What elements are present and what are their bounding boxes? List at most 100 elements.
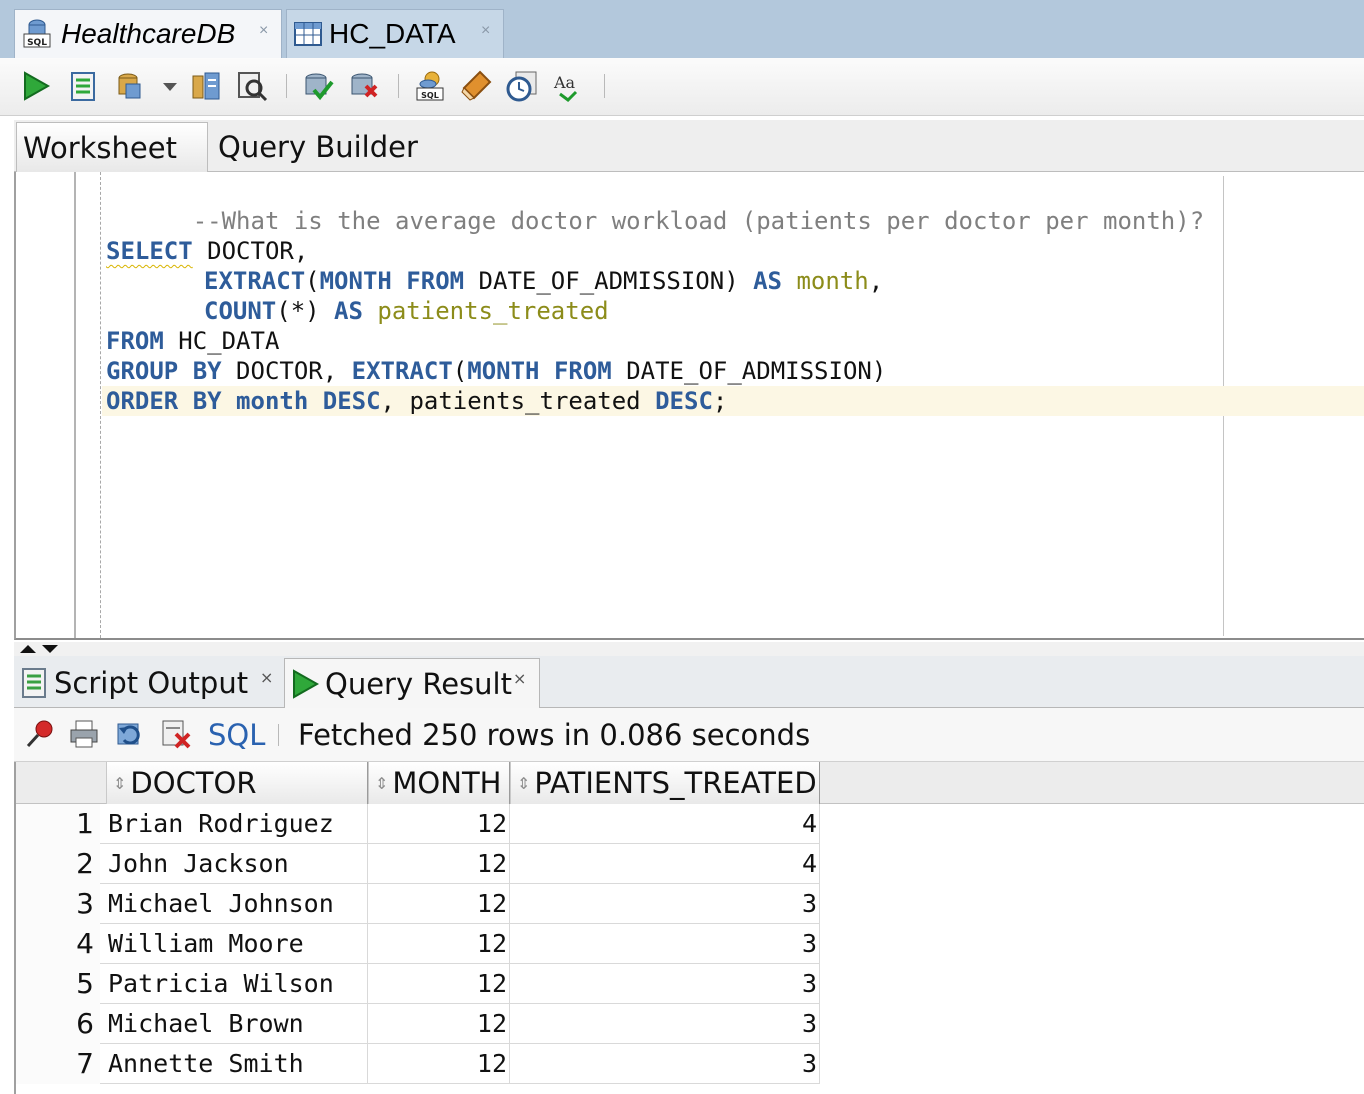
sort-icon: ⇕ [113, 773, 127, 793]
tab-worksheet[interactable]: Worksheet [16, 122, 208, 172]
code-line-select: SELECT DOCTOR, [106, 236, 308, 266]
sql-keyword: GROUP BY [106, 357, 222, 385]
sql-text: , [868, 267, 884, 295]
cell-patients-treated[interactable]: 4 [510, 844, 820, 884]
cell-month[interactable]: 12 [368, 804, 510, 844]
table-row[interactable]: 2 John Jackson 12 4 [16, 844, 820, 884]
cell-month[interactable]: 12 [368, 884, 510, 924]
cancel-query-icon[interactable] [160, 718, 192, 750]
rollback-icon[interactable] [348, 70, 380, 102]
cell-patients-treated[interactable]: 3 [510, 884, 820, 924]
close-tab-icon[interactable]: × [513, 669, 526, 688]
table-row[interactable]: 7 Annette Smith 12 3 [16, 1044, 820, 1084]
doc-tab-label: HC_DATA [329, 18, 456, 49]
doc-tab-healthcaredb[interactable]: SQL HealthcareDB × [14, 9, 282, 58]
cell-doctor[interactable]: Annette Smith [108, 1044, 368, 1084]
tab-script-output[interactable]: Script Output × [20, 658, 282, 708]
cell-doctor[interactable]: Michael Brown [108, 1004, 368, 1044]
sql-text: DATE_OF_ADMISSION) [464, 267, 754, 295]
fold-margin [100, 172, 101, 638]
pin-icon[interactable] [24, 718, 56, 750]
code-line-comment: --What is the average doctor workload (p… [106, 176, 1204, 235]
cell-month[interactable]: 12 [368, 924, 510, 964]
cell-doctor[interactable]: Michael Johnson [108, 884, 368, 924]
commit-icon[interactable] [302, 70, 334, 102]
row-number: 1 [16, 804, 100, 844]
close-tab-icon[interactable]: × [260, 668, 273, 687]
chevron-down-icon[interactable] [158, 70, 182, 102]
sql-comment: --What is the average doctor workload (p… [192, 207, 1205, 235]
sql-tuning-icon[interactable] [236, 70, 268, 102]
document-tab-bar: SQL HealthcareDB × HC_DATA × [0, 0, 1364, 58]
cell-month[interactable]: 12 [368, 1004, 510, 1044]
tab-query-builder[interactable]: Query Builder [218, 122, 438, 172]
table-row[interactable]: 4 William Moore 12 3 [16, 924, 820, 964]
cell-doctor[interactable]: John Jackson [108, 844, 368, 884]
column-header-doctor[interactable]: ⇕ DOCTOR [106, 762, 368, 804]
svg-text:SQL: SQL [27, 38, 47, 48]
cell-doctor[interactable]: William Moore [108, 924, 368, 964]
cell-month[interactable]: 12 [368, 1044, 510, 1084]
cell-patients-treated[interactable]: 3 [510, 1044, 820, 1084]
table-row[interactable]: 1 Brian Rodriguez 12 4 [16, 804, 820, 844]
run-script-icon[interactable] [68, 70, 100, 102]
cell-patients-treated[interactable]: 3 [510, 964, 820, 1004]
sql-keyword: COUNT [204, 297, 277, 325]
sql-text: HC_DATA [163, 327, 280, 355]
sql-text: DOCTOR, [221, 357, 352, 385]
cell-patients-treated[interactable]: 3 [510, 1004, 820, 1044]
unshared-worksheet-icon[interactable]: SQL [414, 70, 446, 102]
sql-editor[interactable]: --What is the average doctor workload (p… [14, 172, 1364, 640]
cell-doctor[interactable]: Brian Rodriguez [108, 804, 368, 844]
cell-month[interactable]: 12 [368, 844, 510, 884]
sql-text: , patients_treated [380, 387, 656, 415]
row-number: 5 [16, 964, 100, 1004]
autotrace-icon[interactable] [114, 70, 146, 102]
sql-alias: month [796, 267, 869, 295]
sql-text: (*) [276, 297, 335, 325]
svg-text:Aa: Aa [553, 73, 576, 92]
tab-label: Worksheet [23, 130, 177, 165]
print-icon[interactable] [68, 718, 100, 750]
cell-month[interactable]: 12 [368, 964, 510, 1004]
sql-text: DOCTOR, [192, 237, 309, 265]
script-output-icon [22, 668, 46, 698]
clear-eraser-icon[interactable] [460, 70, 492, 102]
table-row[interactable]: 6 Michael Brown 12 3 [16, 1004, 820, 1044]
sort-icon: ⇕ [375, 773, 389, 793]
table-row[interactable]: 3 Michael Johnson 12 3 [16, 884, 820, 924]
close-tab-icon[interactable]: × [481, 22, 490, 40]
toolbar-separator [604, 74, 605, 98]
result-tab-bar: Script Output × Query Result × [14, 656, 1364, 708]
sql-link[interactable]: SQL [208, 718, 265, 752]
tab-label: Query Result [325, 666, 512, 701]
code-line-from: FROM HC_DATA [106, 326, 279, 356]
row-number: 6 [16, 1004, 100, 1044]
pane-splitter[interactable] [14, 642, 1364, 656]
sql-keyword: SELECT [106, 237, 193, 265]
format-case-icon[interactable]: Aa [552, 70, 584, 102]
cell-patients-treated[interactable]: 4 [510, 804, 820, 844]
run-icon [293, 668, 320, 699]
sql-keyword: month DESC [236, 387, 381, 415]
doc-tab-hc-data[interactable]: HC_DATA × [286, 9, 504, 58]
cell-patients-treated[interactable]: 3 [510, 924, 820, 964]
tab-query-result[interactable]: Query Result × [284, 658, 540, 708]
run-statement-icon[interactable] [20, 70, 52, 102]
column-header-month[interactable]: ⇕ MONTH [368, 762, 510, 804]
cell-doctor[interactable]: Patricia Wilson [108, 964, 368, 1004]
close-tab-icon[interactable]: × [259, 22, 268, 40]
splitter-arrows-icon[interactable] [18, 643, 64, 655]
sql-keyword: AS [753, 267, 782, 295]
table-row[interactable]: 5 Patricia Wilson 12 3 [16, 964, 820, 1004]
gutter-divider [74, 172, 76, 638]
sql-keyword: FROM [106, 327, 164, 355]
worksheet-tab-bar: Worksheet Query Builder [14, 120, 1364, 172]
column-header-patients-treated[interactable]: ⇕ PATIENTS_TREATED [510, 762, 820, 804]
refresh-icon[interactable] [114, 718, 146, 750]
toolbar-separator [398, 74, 399, 98]
results-grid[interactable]: ⇕ DOCTOR ⇕ MONTH ⇕ PATIENTS_TREATED 1 Br… [14, 762, 1364, 1094]
sql-history-icon[interactable] [506, 70, 538, 102]
explain-plan-icon[interactable] [190, 70, 222, 102]
